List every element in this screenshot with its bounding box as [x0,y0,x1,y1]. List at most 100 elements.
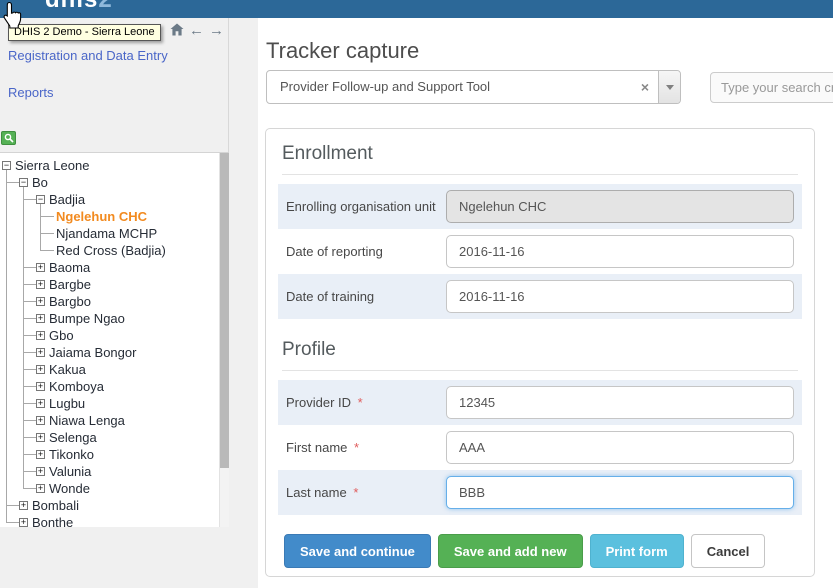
org-unit-red-cross-badjia[interactable]: Red Cross (Badjia) [56,243,166,258]
expand-icon[interactable]: + [19,501,28,510]
registration-card: EnrollmentEnrolling organisation unitDat… [265,128,815,577]
tree-scrollbar[interactable] [219,153,229,527]
sidebar-link-reports[interactable]: Reports [8,85,168,100]
section-divider [282,370,798,371]
expand-icon[interactable]: + [36,467,45,476]
dhis2-logo[interactable]: dhis2 [45,0,135,18]
save-and-continue-button[interactable]: Save and continue [284,534,431,568]
expand-icon[interactable]: + [36,314,45,323]
tree-item: + Valunia [0,463,219,480]
program-select-dropdown-button[interactable] [658,71,680,103]
org-unit-sierra-leone[interactable]: Sierra Leone [15,158,89,173]
field-label: First name * [286,440,446,455]
org-unit-bombali[interactable]: Bombali [32,498,79,513]
org-unit-niawa-lenga[interactable]: Niawa Lenga [49,413,125,428]
date-of-reporting-input[interactable] [446,235,794,268]
tree-scrollbar-thumb[interactable] [220,153,229,468]
tree-connector [41,233,54,234]
org-unit-bumpe-ngao[interactable]: Bumpe Ngao [49,311,125,326]
expand-icon[interactable]: + [19,518,28,527]
enrollment-form: EnrollmentEnrolling organisation unitDat… [278,143,802,515]
clear-selection-icon[interactable]: × [632,71,658,103]
expand-icon[interactable]: + [36,280,45,289]
tree-item: −Bo [0,174,219,191]
expand-icon[interactable]: + [36,416,45,425]
tree-item: + Kakua [0,361,219,378]
app-header-bar: dhis2 [0,0,833,18]
first-name-input[interactable] [446,431,794,464]
collapse-icon[interactable]: − [19,178,28,187]
tree-item: + Bargbe [0,276,219,293]
required-asterisk: * [350,440,359,455]
form-row: First name * [278,425,802,470]
program-select-value[interactable]: Provider Follow-up and Support Tool [267,71,632,103]
expand-icon[interactable]: + [36,297,45,306]
collapse-icon[interactable]: − [2,161,11,170]
expand-icon[interactable]: + [36,331,45,340]
required-asterisk: * [350,485,359,500]
cancel-button[interactable]: Cancel [691,534,766,568]
org-unit-wonde[interactable]: Wonde [49,481,90,496]
section-title: Enrollment [282,143,798,165]
sidebar-links: Registration and Data Entry Reports [8,48,168,122]
expand-icon[interactable]: + [36,365,45,374]
home-icon[interactable] [170,23,184,39]
org-unit-lugbu[interactable]: Lugbu [49,396,85,411]
org-unit-baoma[interactable]: Baoma [49,260,90,275]
tree-item: + Niawa Lenga [0,412,219,429]
nav-icons: ← → [170,23,224,39]
org-unit-badjia[interactable]: Badjia [49,192,85,207]
tree-item: + Selenga [0,429,219,446]
date-of-training-input[interactable] [446,280,794,313]
field-label: Date of training [286,289,446,304]
program-select: Provider Follow-up and Support Tool × [266,70,681,104]
search-icon [4,133,14,143]
sidebar-link-registration-and-data-entry[interactable]: Registration and Data Entry [8,48,168,63]
save-and-add-new-button[interactable]: Save and add new [438,534,583,568]
provider-id-input[interactable] [446,386,794,419]
expand-icon[interactable]: + [36,263,45,272]
tree-item: + Bargbo [0,293,219,310]
org-unit-komboya[interactable]: Komboya [49,379,104,394]
expand-icon[interactable]: + [36,450,45,459]
org-unit-bargbo[interactable]: Bargbo [49,294,91,309]
last-name-input[interactable] [446,476,794,509]
expand-icon[interactable]: + [36,348,45,357]
logo-tooltip: DHIS 2 Demo - Sierra Leone [8,24,161,41]
tree-item: + Bombali [0,497,219,514]
form-actions: Save and continueSave and add newPrint f… [284,534,802,568]
org-unit-kakua[interactable]: Kakua [49,362,86,377]
org-unit-bargbe[interactable]: Bargbe [49,277,91,292]
tree-item: + Wonde [0,480,219,497]
required-asterisk: * [354,395,363,410]
back-icon[interactable]: ← [189,24,204,38]
expand-icon[interactable]: + [36,382,45,391]
print-form-button[interactable]: Print form [590,534,684,568]
org-unit-tikonko[interactable]: Tikonko [49,447,94,462]
page-title: Tracker capture [266,38,419,64]
enrolling-organisation-unit-input [446,190,794,223]
tree-item: + Baoma [0,259,219,276]
org-unit-bonthe[interactable]: Bonthe [32,515,73,527]
org-unit-njandama-mchp[interactable]: Njandama MCHP [56,226,157,241]
section-profile: ProfileProvider ID *First name *Last nam… [278,339,802,515]
forward-icon[interactable]: → [209,24,224,38]
org-unit-bo[interactable]: Bo [32,175,48,190]
tree-item: + Tikonko [0,446,219,463]
tree-item: + Jaiama Bongor [0,344,219,361]
org-unit-jaiama-bongor[interactable]: Jaiama Bongor [49,345,136,360]
org-unit-search-button[interactable] [1,131,16,145]
search-input[interactable] [710,72,833,103]
org-unit-gbo[interactable]: Gbo [49,328,74,343]
collapse-icon[interactable]: − [36,195,45,204]
tree-item: + Lugbu [0,395,219,412]
expand-icon[interactable]: + [36,399,45,408]
expand-icon[interactable]: + [36,484,45,493]
sidebar-divider [228,18,229,152]
org-unit-ngelehun-chc[interactable]: Ngelehun CHC [56,209,147,224]
tree-item: Red Cross (Badjia) [0,242,219,259]
org-unit-selenga[interactable]: Selenga [49,430,97,445]
org-unit-valunia[interactable]: Valunia [49,464,91,479]
tree-item: + Bonthe [0,514,219,527]
expand-icon[interactable]: + [36,433,45,442]
